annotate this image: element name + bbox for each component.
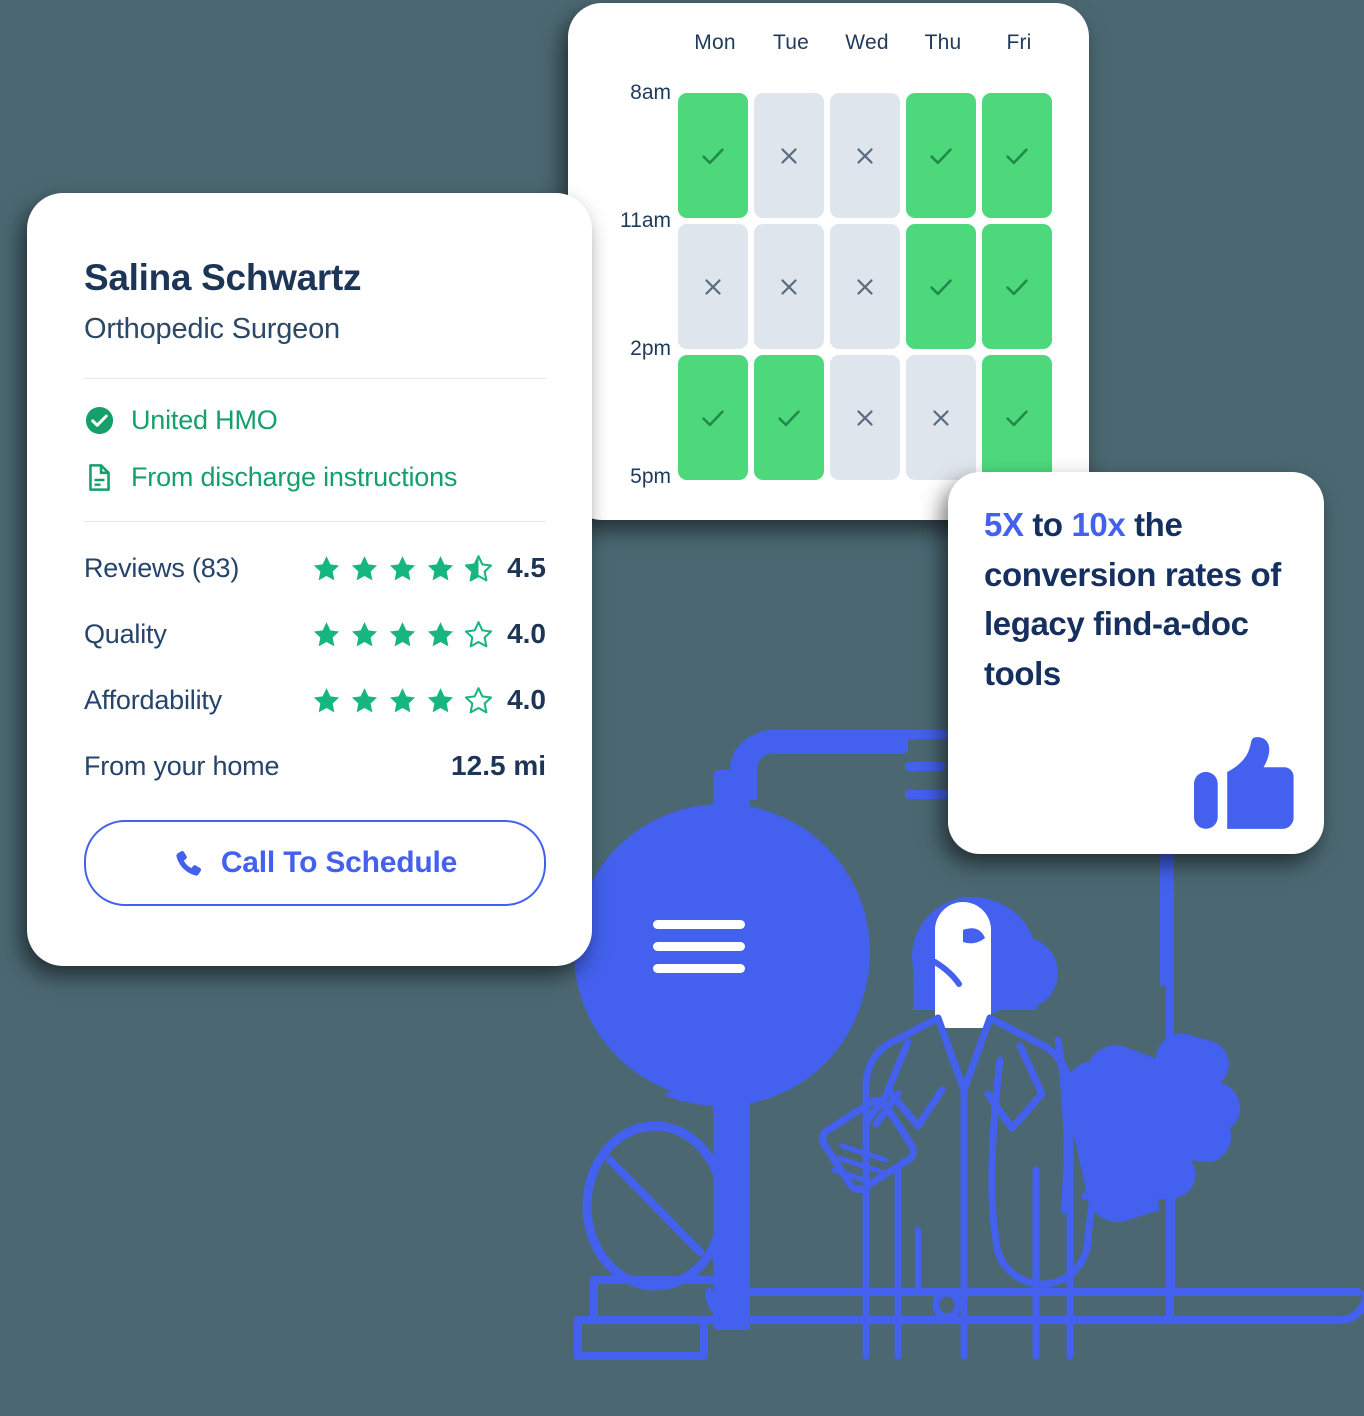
stat-highlight-10x: 10x [1071, 506, 1126, 543]
star-rating-affordability [312, 686, 493, 715]
check-icon [702, 409, 724, 426]
check-icon [930, 278, 952, 295]
schedule-day-header-row: Mon Tue Wed Thu Fri [568, 31, 1089, 71]
check-icon [1006, 147, 1028, 164]
slot-tue-2pm[interactable] [754, 355, 824, 480]
close-icon [705, 278, 721, 295]
rating-value-quality: 4.0 [507, 618, 546, 649]
time-label-2pm: 2pm [630, 337, 671, 360]
rating-label-reviews: Reviews (83) [84, 552, 240, 583]
check-icon [1006, 278, 1028, 295]
star-empty-icon [464, 686, 493, 713]
close-icon [933, 409, 949, 426]
rating-label-quality: Quality [84, 618, 167, 649]
star-rating-reviews [312, 554, 493, 583]
slot-mon-11am[interactable] [678, 224, 748, 349]
distance-label: From your home [84, 751, 280, 781]
slot-thu-11am[interactable] [906, 224, 976, 349]
rating-row-quality: Quality 4.0 [84, 614, 546, 654]
star-filled-icon [389, 687, 416, 712]
check-icon [930, 147, 952, 164]
conversion-stat-card: 5X to 10x the conversion rates of legacy… [948, 472, 1324, 854]
stat-line1-tail: the [1125, 506, 1183, 543]
slot-tue-11am[interactable] [754, 224, 824, 349]
thumbs-up-icon [1194, 737, 1294, 829]
stat-mid-text: to [1023, 506, 1072, 543]
check-circle-icon [85, 406, 114, 435]
close-icon [857, 147, 873, 164]
check-icon [702, 147, 724, 164]
stat-line2: conversion rates [984, 555, 1242, 593]
slot-wed-11am[interactable] [830, 224, 900, 349]
rating-row-reviews: Reviews (83) 4.5 [84, 548, 546, 588]
availability-schedule-card: Mon Tue Wed Thu Fri 8am 11am 2pm 5pm [568, 3, 1089, 520]
star-filled-icon [313, 621, 340, 646]
star-filled-icon [351, 555, 378, 580]
divider-top [84, 378, 546, 379]
call-to-schedule-label: Call To Schedule [220, 846, 458, 879]
slot-thu-2pm[interactable] [906, 355, 976, 480]
day-header-thu: Thu [924, 31, 962, 54]
star-empty-icon [464, 620, 493, 647]
distance-value: 12.5 mi [451, 750, 546, 781]
slot-wed-8am[interactable] [830, 93, 900, 218]
day-header-wed: Wed [845, 31, 889, 54]
close-icon [857, 409, 873, 426]
day-header-mon: Mon [694, 31, 736, 54]
call-to-schedule-button[interactable]: Call To Schedule [84, 820, 546, 906]
star-filled-icon [427, 621, 454, 646]
document-icon [89, 464, 110, 491]
time-label-8am: 8am [630, 81, 671, 104]
star-filled-icon [389, 555, 416, 580]
star-filled-icon [351, 621, 378, 646]
slot-mon-2pm[interactable] [678, 355, 748, 480]
check-icon [1006, 409, 1028, 426]
slot-fri-2pm[interactable] [982, 355, 1052, 480]
page-root: Mon Tue Wed Thu Fri 8am 11am 2pm 5pm Sal… [0, 0, 1364, 1416]
star-filled-icon [313, 555, 340, 580]
rating-row-affordability: Affordability 4.0 [84, 680, 546, 720]
rating-value-affordability: 4.0 [507, 684, 546, 715]
rating-label-affordability: Affordability [84, 684, 222, 715]
rating-value-reviews: 4.5 [507, 552, 546, 583]
insurance-tag-label: United HMO [131, 405, 278, 435]
time-label-11am: 11am [620, 209, 671, 232]
distance-row: From your home 12.5 mi [84, 750, 546, 782]
star-half-icon [464, 554, 493, 581]
check-icon [778, 409, 800, 426]
star-filled-icon [351, 687, 378, 712]
star-filled-icon [313, 687, 340, 712]
insurance-tag-row: United HMO [84, 405, 546, 436]
source-tag-row: From discharge instructions [84, 462, 546, 493]
doctor-specialty: Orthopedic Surgeon [84, 313, 340, 345]
slot-thu-8am[interactable] [906, 93, 976, 218]
star-filled-icon [389, 621, 416, 646]
source-tag-label: From discharge instructions [131, 462, 458, 492]
stat-card-leader-line [1160, 846, 1169, 986]
doctor-profile-card: Salina Schwartz Orthopedic Surgeon Unite… [27, 193, 592, 966]
time-label-5pm: 5pm [630, 465, 671, 488]
day-header-tue: Tue [772, 31, 809, 54]
close-icon [857, 278, 873, 295]
speech-bubble-icon [574, 804, 870, 1107]
star-rating-quality [312, 620, 493, 649]
slot-mon-8am[interactable] [678, 93, 748, 218]
phone-icon [176, 850, 201, 876]
day-header-fri: Fri [1006, 31, 1032, 54]
star-filled-icon [427, 687, 454, 712]
doctor-name: Salina Schwartz [84, 257, 362, 298]
slot-fri-8am[interactable] [982, 93, 1052, 218]
close-icon [781, 147, 797, 164]
close-icon [781, 278, 797, 295]
slot-fri-11am[interactable] [982, 224, 1052, 349]
stat-highlight-5x: 5X [984, 506, 1024, 543]
divider-middle [84, 521, 546, 522]
slot-wed-2pm[interactable] [830, 355, 900, 480]
star-filled-icon [427, 555, 454, 580]
conversion-stat-headline: 5X to 10x the conversion rates of legacy… [984, 500, 1296, 698]
slot-tue-8am[interactable] [754, 93, 824, 218]
